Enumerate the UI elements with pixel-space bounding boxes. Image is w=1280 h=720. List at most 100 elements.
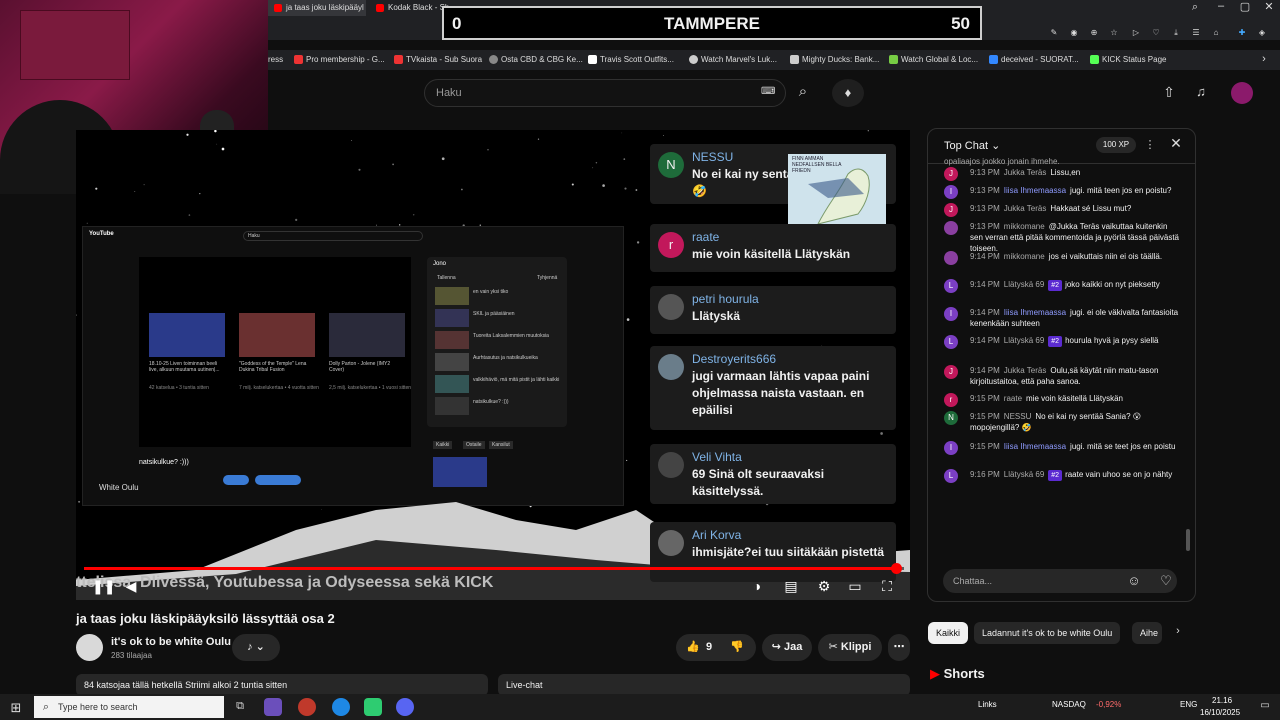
chevron-right-icon[interactable]: › <box>1172 625 1184 637</box>
bookmark-3[interactable]: Osta CBD & CBG Ke... <box>489 50 583 70</box>
message-author[interactable]: Llätyskä 69 <box>1004 470 1044 479</box>
bookmark-1[interactable]: Pro membership - G... <box>294 50 385 70</box>
avatar[interactable]: r <box>944 393 958 407</box>
thumbs-up-icon[interactable]: 👍 <box>686 634 700 661</box>
channel-avatar[interactable] <box>76 634 103 661</box>
minimize-icon[interactable]: – <box>1214 0 1228 12</box>
bookmark-9[interactable]: KICK Status Page <box>1090 50 1166 70</box>
emoji-icon[interactable]: ☺ <box>1126 573 1142 588</box>
clock-time[interactable]: 21.16 <box>1212 696 1232 705</box>
bookmark-4[interactable]: Travis Scott Outfits... <box>588 50 674 70</box>
maximize-icon[interactable]: ▢ <box>1238 0 1252 13</box>
avatar[interactable]: L <box>944 469 958 483</box>
upload-icon[interactable]: ⇧ <box>1160 84 1178 101</box>
theater-icon[interactable]: ▭ <box>846 578 864 595</box>
avatar[interactable] <box>944 251 958 265</box>
play-icon[interactable]: ▷ <box>1130 28 1142 37</box>
nasdaq-label[interactable]: NASDAQ <box>1052 700 1086 709</box>
language[interactable]: ENG <box>1180 700 1197 709</box>
windows-icon[interactable]: ⊞ <box>8 700 24 716</box>
channel-name[interactable]: it's ok to be white Oulu <box>111 636 231 648</box>
message-author[interactable]: Jukka Teräs <box>1004 204 1047 213</box>
tab-active[interactable]: ja taas joku läskipääyl <box>268 0 366 16</box>
message-author[interactable]: Llätyskä 69 <box>1004 280 1044 289</box>
settings-icon[interactable]: ⚙ <box>815 578 833 595</box>
chat-scrollbar[interactable] <box>1186 529 1190 551</box>
chevron-right-icon[interactable]: › <box>1258 53 1270 65</box>
autoplay-toggle[interactable]: ◑ <box>748 578 766 594</box>
bookmark-icon[interactable]: ☆ <box>1108 28 1120 37</box>
mic-button[interactable]: ♦ <box>832 79 864 107</box>
edit-icon[interactable]: ✎ <box>1048 28 1060 37</box>
avatar[interactable]: L <box>944 279 958 293</box>
message-author[interactable]: mikkomane <box>1004 252 1045 261</box>
message-author[interactable]: Jukka Teräs <box>1004 168 1047 177</box>
app-icon[interactable] <box>264 698 282 716</box>
bookmark-6[interactable]: Mighty Ducks: Bank... <box>790 50 879 70</box>
chip-all[interactable]: Kaikki <box>928 622 969 644</box>
user-avatar[interactable] <box>1231 82 1253 104</box>
message-author[interactable]: Jukka Teräs <box>1004 366 1047 375</box>
bookmark-5[interactable]: Watch Marvel's Luk... <box>689 50 777 70</box>
video-player[interactable]: YouTube Haku 18.10-25 Liven toiminnan be… <box>76 130 910 600</box>
keyboard-icon[interactable]: ⌨ <box>761 86 775 97</box>
avatar[interactable]: I <box>944 185 958 199</box>
more-vert-icon[interactable]: ⋮ <box>1144 138 1156 151</box>
message-author[interactable]: Iiisa Ihmemaassa <box>1004 308 1066 317</box>
bell-icon[interactable]: ♫ <box>1192 84 1210 99</box>
avatar[interactable]: J <box>944 203 958 217</box>
search-icon[interactable]: ⌕ <box>1188 1 1202 14</box>
links-label[interactable]: Links <box>978 700 997 709</box>
app-icon[interactable] <box>364 698 382 716</box>
close-chat-icon[interactable]: ✕ <box>1168 135 1184 152</box>
thumbs-down-icon[interactable]: 👎 <box>730 634 744 661</box>
pause-icon[interactable]: ❚❚ <box>92 578 115 595</box>
discord-icon[interactable] <box>396 698 414 716</box>
avatar[interactable]: L <box>944 335 958 349</box>
message-author[interactable]: Iiisa Ihmemaassa <box>1004 442 1066 451</box>
close-icon[interactable]: ✕ <box>1262 0 1276 13</box>
more-button[interactable]: ⋯ <box>888 634 910 661</box>
chip-topic[interactable]: Aihe <box>1132 622 1162 644</box>
menu-icon[interactable]: ☰ <box>1190 28 1202 37</box>
clock-date[interactable]: 16/10/2025 <box>1200 708 1240 717</box>
chip-uploaded[interactable]: Ladannut it's ok to be white Oulu <box>974 622 1121 644</box>
volume-icon[interactable]: ◀ <box>122 578 140 595</box>
bookmark-8[interactable]: deceived - SUORAT... <box>989 50 1079 70</box>
chat-mode-select[interactable]: Top Chat ⌄ <box>944 139 1000 152</box>
subtitles-icon[interactable]: ▤ <box>782 578 800 595</box>
zoom-icon[interactable]: ⊕ <box>1088 28 1100 37</box>
lock-icon[interactable]: ⌂ <box>1210 28 1222 37</box>
bookmark-2[interactable]: TVkaista - Sub Suora <box>394 50 482 70</box>
heart-icon[interactable]: ♡ <box>1158 573 1174 589</box>
message-author[interactable]: Llätyskä 69 <box>1004 336 1044 345</box>
message-author[interactable]: NESSU <box>1004 412 1032 421</box>
fullscreen-icon[interactable]: ⛶ <box>878 578 896 595</box>
camera-icon[interactable]: ◉ <box>1068 28 1080 37</box>
notification-icon[interactable]: ▭ <box>1258 700 1272 711</box>
message-author[interactable]: raate <box>1004 394 1022 403</box>
download-icon[interactable]: ⤓ <box>1170 28 1182 38</box>
bookmark-0[interactable]: ress <box>268 50 283 70</box>
avatar[interactable] <box>944 221 958 235</box>
description-box[interactable]: 84 katsojaa tällä hetkellä Striimi alkoi… <box>76 674 488 696</box>
search-input[interactable]: Haku ⌨ <box>424 79 786 107</box>
clip-button[interactable]: ✂ Klippi <box>818 634 882 661</box>
avatar[interactable]: J <box>944 167 958 181</box>
message-author[interactable]: Iiisa Ihmemaassa <box>1004 186 1066 195</box>
avatar[interactable]: N <box>944 411 958 425</box>
profile-icon[interactable]: ◈ <box>1256 28 1268 37</box>
taskbar-search[interactable]: ⌕ Type here to search <box>34 696 224 718</box>
avatar[interactable]: I <box>944 441 958 455</box>
opera-icon[interactable] <box>298 698 316 716</box>
bookmark-7[interactable]: Watch Global & Loc... <box>889 50 978 70</box>
notifications-button[interactable]: ♪ ⌄ <box>232 634 280 661</box>
progress-bar[interactable] <box>84 563 904 574</box>
heart-icon[interactable]: ♡ <box>1150 28 1162 37</box>
avatar[interactable]: J <box>944 365 958 379</box>
edge-icon[interactable] <box>332 698 350 716</box>
xp-badge[interactable]: 100 XP <box>1096 137 1136 153</box>
extension-icon[interactable]: ✚ <box>1236 28 1248 37</box>
task-view-icon[interactable]: ⧉ <box>232 700 248 713</box>
avatar[interactable]: I <box>944 307 958 321</box>
